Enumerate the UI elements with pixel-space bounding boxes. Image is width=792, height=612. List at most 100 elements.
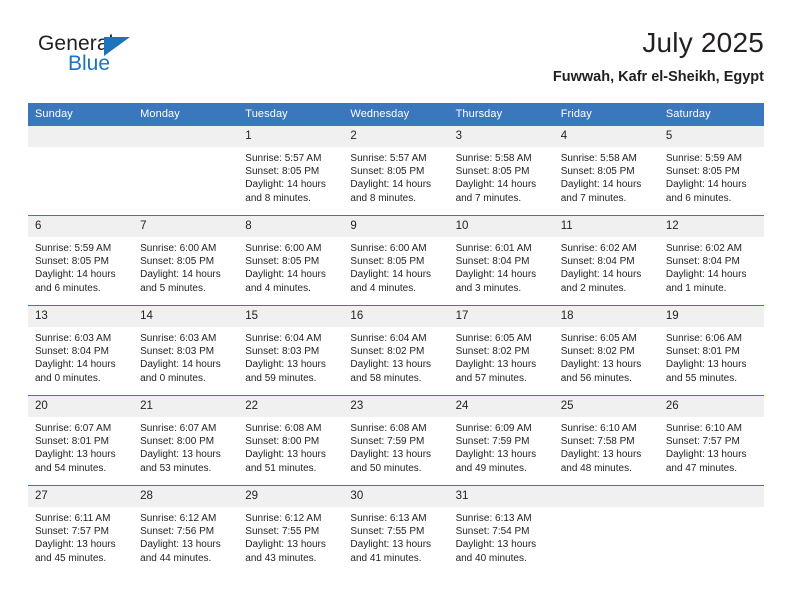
day-number: 18 xyxy=(553,306,659,327)
sun-times-text xyxy=(659,507,764,512)
calendar-day-cell[interactable]: 10 Sunrise: 6:01 AM Sunset: 8:04 PM Dayli… xyxy=(448,215,554,306)
calendar-day-cell-empty xyxy=(658,485,764,576)
calendar-day-cell[interactable]: 7 Sunrise: 6:00 AM Sunset: 8:05 PM Daylig… xyxy=(133,215,239,306)
day-number: 10 xyxy=(448,216,554,237)
day-number: 16 xyxy=(343,306,449,327)
sun-times-text: Sunrise: 6:03 AM Sunset: 8:04 PM Dayligh… xyxy=(35,333,116,384)
page-subtitle: Fuwwah, Kafr el-Sheikh, Egypt xyxy=(552,69,764,85)
day-number: 20 xyxy=(28,396,134,417)
day-number: 24 xyxy=(448,396,554,417)
day-number: 25 xyxy=(553,396,659,417)
calendar-day-cell[interactable]: 31 Sunrise: 6:13 AM Sunset: 7:54 PM Dayli… xyxy=(448,485,554,576)
calendar-day-cell[interactable]: 14 Sunrise: 6:03 AM Sunset: 8:03 PM Dayli… xyxy=(133,305,239,396)
calendar-day-cell-empty xyxy=(553,485,659,576)
sun-times-text: Sunrise: 6:07 AM Sunset: 8:00 PM Dayligh… xyxy=(140,423,221,474)
calendar-day-cell[interactable]: 21 Sunrise: 6:07 AM Sunset: 8:00 PM Dayli… xyxy=(133,395,239,486)
calendar-day-cell[interactable]: 13 Sunrise: 6:03 AM Sunset: 8:04 PM Dayli… xyxy=(28,305,134,396)
sun-times-text xyxy=(133,147,238,152)
weekday-header-sunday: Sunday xyxy=(28,103,134,126)
calendar-day-cell[interactable]: 24 Sunrise: 6:09 AM Sunset: 7:59 PM Dayli… xyxy=(448,395,554,486)
calendar-day-cell[interactable]: 23 Sunrise: 6:08 AM Sunset: 7:59 PM Dayli… xyxy=(343,395,449,486)
calendar-day-cell[interactable]: 9 Sunrise: 6:00 AM Sunset: 8:05 PM Daylig… xyxy=(343,215,449,306)
calendar-day-cell[interactable]: 26 Sunrise: 6:10 AM Sunset: 7:57 PM Dayli… xyxy=(658,395,764,486)
calendar-week-row: 27 Sunrise: 6:11 AM Sunset: 7:57 PM Dayli… xyxy=(28,485,764,576)
calendar-day-cell[interactable]: 4 Sunrise: 5:58 AM Sunset: 8:05 PM Daylig… xyxy=(553,125,659,216)
weekday-header-thursday: Thursday xyxy=(448,103,554,126)
sun-times-text: Sunrise: 6:02 AM Sunset: 8:04 PM Dayligh… xyxy=(665,243,747,294)
weekday-header-friday: Friday xyxy=(553,103,659,126)
calendar-day-cell[interactable]: 12 Sunrise: 6:02 AM Sunset: 8:04 PM Dayli… xyxy=(658,215,764,306)
calendar-week-row: 1 Sunrise: 5:57 AM Sunset: 8:05 PM Daylig… xyxy=(28,125,764,216)
weekday-header-wednesday: Wednesday xyxy=(343,103,449,126)
weekday-header-tuesday: Tuesday xyxy=(238,103,344,126)
calendar-day-cell[interactable]: 6 Sunrise: 5:59 AM Sunset: 8:05 PM Daylig… xyxy=(28,215,134,306)
calendar-day-cell[interactable]: 11 Sunrise: 6:02 AM Sunset: 8:04 PM Dayli… xyxy=(553,215,659,306)
general-blue-logo[interactable]: General Blue xyxy=(38,32,158,88)
day-number: 19 xyxy=(658,306,764,327)
day-number: 5 xyxy=(658,126,764,147)
day-number xyxy=(553,486,659,507)
day-number: 22 xyxy=(238,396,344,417)
calendar-day-cell[interactable]: 28 Sunrise: 6:12 AM Sunset: 7:56 PM Dayli… xyxy=(133,485,239,576)
sun-times-text: Sunrise: 6:04 AM Sunset: 8:02 PM Dayligh… xyxy=(350,333,432,384)
page-header: General Blue July 2025 Fuwwah, Kafr el-S… xyxy=(28,26,764,96)
calendar-day-cell[interactable]: 20 Sunrise: 6:07 AM Sunset: 8:01 PM Dayli… xyxy=(28,395,134,486)
day-number: 3 xyxy=(448,126,554,147)
day-number: 30 xyxy=(343,486,449,507)
sun-times-text: Sunrise: 6:07 AM Sunset: 8:01 PM Dayligh… xyxy=(35,423,116,474)
day-number: 27 xyxy=(28,486,134,507)
calendar-day-cell[interactable]: 5 Sunrise: 5:59 AM Sunset: 8:05 PM Daylig… xyxy=(658,125,764,216)
calendar-day-cell[interactable]: 30 Sunrise: 6:13 AM Sunset: 7:55 PM Dayli… xyxy=(343,485,449,576)
calendar-day-cell[interactable]: 19 Sunrise: 6:06 AM Sunset: 8:01 PM Dayli… xyxy=(658,305,764,396)
day-number xyxy=(658,486,764,507)
day-number xyxy=(28,126,134,147)
day-number: 28 xyxy=(133,486,239,507)
calendar-page: General Blue July 2025 Fuwwah, Kafr el-S… xyxy=(0,0,792,612)
title-block: July 2025 Fuwwah, Kafr el-Sheikh, Egypt xyxy=(553,26,764,87)
calendar-day-cell[interactable]: 8 Sunrise: 6:00 AM Sunset: 8:05 PM Daylig… xyxy=(238,215,344,306)
calendar-day-cell[interactable]: 16 Sunrise: 6:04 AM Sunset: 8:02 PM Dayli… xyxy=(343,305,449,396)
sun-times-text: Sunrise: 5:57 AM Sunset: 8:05 PM Dayligh… xyxy=(245,153,326,204)
day-number: 29 xyxy=(238,486,344,507)
calendar-day-cell[interactable]: 27 Sunrise: 6:11 AM Sunset: 7:57 PM Dayli… xyxy=(28,485,134,576)
sun-times-text: Sunrise: 6:00 AM Sunset: 8:05 PM Dayligh… xyxy=(245,243,326,294)
sun-times-text: Sunrise: 6:01 AM Sunset: 8:04 PM Dayligh… xyxy=(455,243,537,294)
day-number: 6 xyxy=(28,216,134,237)
calendar-day-cell[interactable]: 25 Sunrise: 6:10 AM Sunset: 7:58 PM Dayli… xyxy=(553,395,659,486)
day-number: 21 xyxy=(133,396,239,417)
weekday-header-saturday: Saturday xyxy=(658,103,764,126)
day-number: 23 xyxy=(343,396,449,417)
sun-times-text: Sunrise: 6:05 AM Sunset: 8:02 PM Dayligh… xyxy=(455,333,537,384)
sun-times-text: Sunrise: 6:12 AM Sunset: 7:55 PM Dayligh… xyxy=(245,513,326,564)
sun-times-text: Sunrise: 6:08 AM Sunset: 7:59 PM Dayligh… xyxy=(350,423,432,474)
sun-times-text: Sunrise: 6:05 AM Sunset: 8:02 PM Dayligh… xyxy=(560,333,642,384)
calendar-day-cell[interactable]: 17 Sunrise: 6:05 AM Sunset: 8:02 PM Dayli… xyxy=(448,305,554,396)
sun-times-text: Sunrise: 5:57 AM Sunset: 8:05 PM Dayligh… xyxy=(350,153,432,204)
calendar-day-cell[interactable]: 3 Sunrise: 5:58 AM Sunset: 8:05 PM Daylig… xyxy=(448,125,554,216)
sun-times-text: Sunrise: 6:03 AM Sunset: 8:03 PM Dayligh… xyxy=(140,333,221,384)
calendar-day-cell[interactable]: 22 Sunrise: 6:08 AM Sunset: 8:00 PM Dayli… xyxy=(238,395,344,486)
calendar-day-cell[interactable]: 1 Sunrise: 5:57 AM Sunset: 8:05 PM Daylig… xyxy=(238,125,344,216)
weekday-header-monday: Monday xyxy=(133,103,239,126)
calendar-day-cell[interactable]: 15 Sunrise: 6:04 AM Sunset: 8:03 PM Dayli… xyxy=(238,305,344,396)
sun-times-text: Sunrise: 6:13 AM Sunset: 7:55 PM Dayligh… xyxy=(350,513,432,564)
sun-times-text: Sunrise: 6:09 AM Sunset: 7:59 PM Dayligh… xyxy=(455,423,537,474)
day-number: 12 xyxy=(658,216,764,237)
calendar-week-row: 6 Sunrise: 5:59 AM Sunset: 8:05 PM Daylig… xyxy=(28,215,764,306)
sun-times-text: Sunrise: 6:10 AM Sunset: 7:57 PM Dayligh… xyxy=(665,423,747,474)
calendar-table: Sunday Monday Tuesday Wednesday Thursday… xyxy=(28,103,764,576)
page-title: July 2025 xyxy=(642,27,764,58)
calendar-week-row: 13 Sunrise: 6:03 AM Sunset: 8:04 PM Dayli… xyxy=(28,305,764,396)
sun-times-text xyxy=(554,507,659,512)
sun-times-text: Sunrise: 6:02 AM Sunset: 8:04 PM Dayligh… xyxy=(560,243,642,294)
calendar-day-cell[interactable]: 2 Sunrise: 5:57 AM Sunset: 8:05 PM Daylig… xyxy=(343,125,449,216)
logo-text-blue: Blue xyxy=(68,52,111,75)
sun-times-text: Sunrise: 6:08 AM Sunset: 8:00 PM Dayligh… xyxy=(245,423,326,474)
calendar-day-cell[interactable]: 29 Sunrise: 6:12 AM Sunset: 7:55 PM Dayli… xyxy=(238,485,344,576)
calendar-header-row: Sunday Monday Tuesday Wednesday Thursday… xyxy=(28,103,764,126)
day-number xyxy=(133,126,239,147)
day-number: 14 xyxy=(133,306,239,327)
calendar-day-cell[interactable]: 18 Sunrise: 6:05 AM Sunset: 8:02 PM Dayli… xyxy=(553,305,659,396)
sun-times-text: Sunrise: 5:58 AM Sunset: 8:05 PM Dayligh… xyxy=(560,153,642,204)
day-number: 2 xyxy=(343,126,449,147)
